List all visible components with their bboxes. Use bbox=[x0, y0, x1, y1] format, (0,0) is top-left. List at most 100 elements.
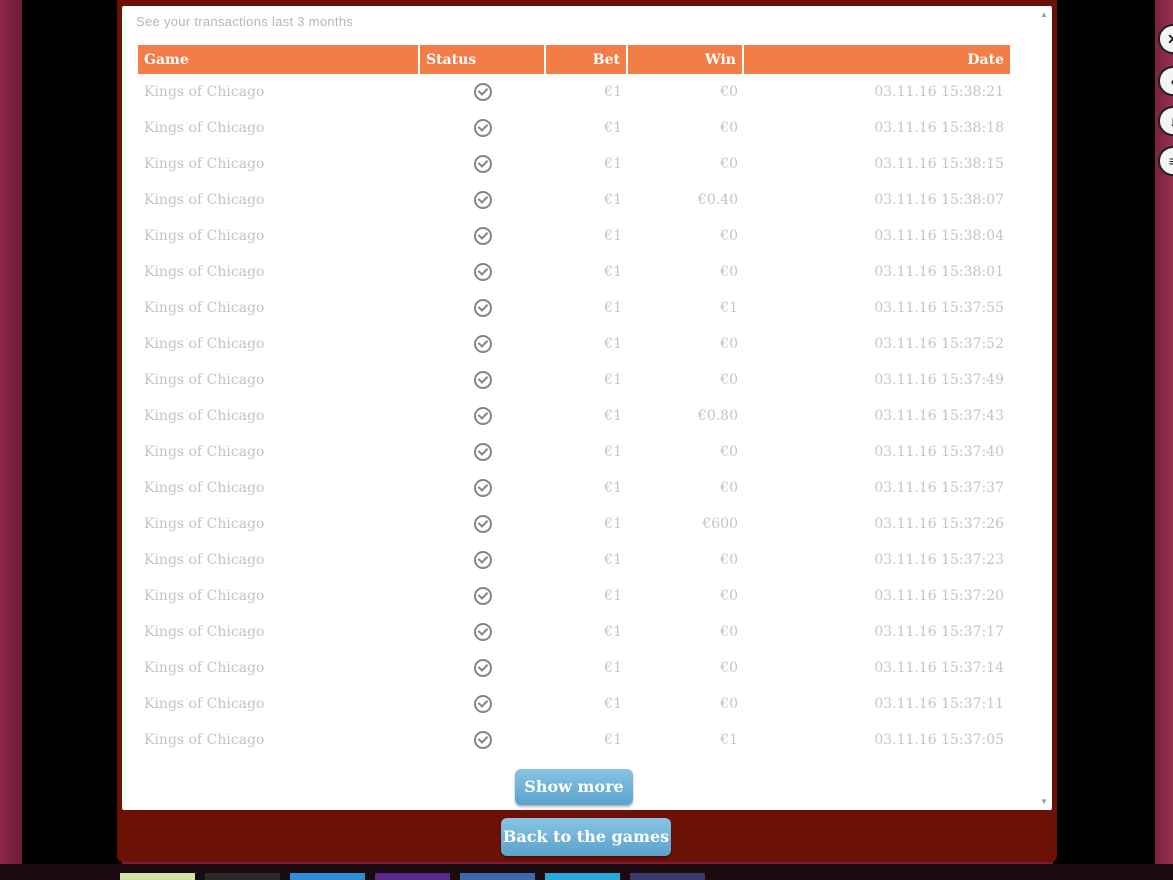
transactions-table: Game Status Bet Win Date Kings of Chicag… bbox=[138, 45, 1010, 758]
table-row: Kings of Chicago €1 €0 03.11.16 15:37:11 bbox=[138, 686, 1010, 722]
scroll-down-icon[interactable]: ▼ bbox=[1040, 797, 1048, 806]
status-cell bbox=[420, 362, 546, 398]
game-thumbnail[interactable] bbox=[290, 873, 365, 880]
win-cell: €0 bbox=[720, 156, 738, 172]
game-cell: Kings of Chicago bbox=[144, 84, 265, 100]
bet-cell: €1 bbox=[604, 192, 622, 208]
date-cell: 03.11.16 15:38:01 bbox=[874, 264, 1004, 280]
win-cell: €0 bbox=[720, 120, 738, 136]
game-cell: Kings of Chicago bbox=[144, 156, 265, 172]
check-circle-icon bbox=[474, 155, 492, 173]
background-left bbox=[0, 0, 22, 880]
game-cell: Kings of Chicago bbox=[144, 336, 265, 352]
table-row: Kings of Chicago €1 €0 03.11.16 15:37:14 bbox=[138, 650, 1010, 686]
back-to-games-button[interactable]: Back to the games bbox=[501, 818, 671, 856]
table-row: Kings of Chicago €1 €1 03.11.16 15:37:55 bbox=[138, 290, 1010, 326]
win-cell: €0 bbox=[720, 372, 738, 388]
game-cell: Kings of Chicago bbox=[144, 624, 265, 640]
column-header-status[interactable]: Status bbox=[420, 45, 546, 74]
date-cell: 03.11.16 15:37:14 bbox=[874, 660, 1004, 676]
table-row: Kings of Chicago €1 €0 03.11.16 15:38:18 bbox=[138, 110, 1010, 146]
check-circle-icon bbox=[474, 587, 492, 605]
background-right-dark bbox=[1053, 0, 1155, 880]
game-cell: Kings of Chicago bbox=[144, 264, 265, 280]
column-header-win[interactable]: Win bbox=[628, 45, 744, 74]
check-circle-icon bbox=[474, 335, 492, 353]
bet-cell: €1 bbox=[604, 264, 622, 280]
game-thumbnail[interactable] bbox=[545, 873, 620, 880]
check-circle-icon bbox=[474, 731, 492, 749]
date-cell: 03.11.16 15:38:18 bbox=[874, 120, 1004, 136]
win-cell: €0 bbox=[720, 228, 738, 244]
win-cell: €0 bbox=[720, 444, 738, 460]
table-row: Kings of Chicago €1 €0.40 03.11.16 15:38:07 bbox=[138, 182, 1010, 218]
date-cell: 03.11.16 15:38:07 bbox=[874, 192, 1004, 208]
column-header-game[interactable]: Game bbox=[138, 45, 420, 74]
game-cell: Kings of Chicago bbox=[144, 732, 265, 748]
win-cell: €0 bbox=[720, 336, 738, 352]
status-cell bbox=[420, 254, 546, 290]
show-more-button[interactable]: Show more bbox=[515, 769, 633, 805]
bet-cell: €1 bbox=[604, 336, 622, 352]
date-cell: 03.11.16 15:38:21 bbox=[874, 84, 1004, 100]
transactions-panel: See your transactions last 3 months ▲ ▼ … bbox=[122, 6, 1052, 810]
win-cell: €0 bbox=[720, 660, 738, 676]
check-circle-icon bbox=[474, 263, 492, 281]
table-row: Kings of Chicago €1 €0 03.11.16 15:38:04 bbox=[138, 218, 1010, 254]
status-cell bbox=[420, 506, 546, 542]
status-cell bbox=[420, 578, 546, 614]
table-row: Kings of Chicago €1 €0 03.11.16 15:38:01 bbox=[138, 254, 1010, 290]
table-row: Kings of Chicago €1 €1 03.11.16 15:37:05 bbox=[138, 722, 1010, 758]
bet-cell: €1 bbox=[604, 552, 622, 568]
game-cell: Kings of Chicago bbox=[144, 300, 265, 316]
bet-cell: €1 bbox=[604, 480, 622, 496]
win-cell: €600 bbox=[702, 516, 738, 532]
win-cell: €0 bbox=[720, 588, 738, 604]
game-cell: Kings of Chicago bbox=[144, 480, 265, 496]
status-cell bbox=[420, 146, 546, 182]
game-cell: Kings of Chicago bbox=[144, 192, 265, 208]
date-cell: 03.11.16 15:37:11 bbox=[874, 696, 1004, 712]
status-cell bbox=[420, 218, 546, 254]
bet-cell: €1 bbox=[604, 300, 622, 316]
status-cell bbox=[420, 722, 546, 758]
table-row: Kings of Chicago €1 €0 03.11.16 15:37:40 bbox=[138, 434, 1010, 470]
check-circle-icon bbox=[474, 623, 492, 641]
bet-cell: €1 bbox=[604, 588, 622, 604]
game-cell: Kings of Chicago bbox=[144, 660, 265, 676]
game-thumbnail[interactable] bbox=[205, 873, 280, 880]
table-row: Kings of Chicago €1 €0 03.11.16 15:38:15 bbox=[138, 146, 1010, 182]
game-thumbnail[interactable] bbox=[375, 873, 450, 880]
check-circle-icon bbox=[474, 191, 492, 209]
bet-cell: €1 bbox=[604, 444, 622, 460]
game-cell: Kings of Chicago bbox=[144, 372, 265, 388]
check-circle-icon bbox=[474, 695, 492, 713]
date-cell: 03.11.16 15:37:55 bbox=[874, 300, 1004, 316]
game-thumbnail[interactable] bbox=[460, 873, 535, 880]
game-thumbnail[interactable] bbox=[630, 873, 705, 880]
check-circle-icon bbox=[474, 443, 492, 461]
check-circle-icon bbox=[474, 299, 492, 317]
game-cell: Kings of Chicago bbox=[144, 552, 265, 568]
bet-cell: €1 bbox=[604, 696, 622, 712]
win-cell: €0.80 bbox=[697, 408, 738, 424]
bet-cell: €1 bbox=[604, 516, 622, 532]
date-cell: 03.11.16 15:37:52 bbox=[874, 336, 1004, 352]
bet-cell: €1 bbox=[604, 372, 622, 388]
check-circle-icon bbox=[474, 83, 492, 101]
status-cell bbox=[420, 686, 546, 722]
status-cell bbox=[420, 74, 546, 110]
date-cell: 03.11.16 15:37:49 bbox=[874, 372, 1004, 388]
column-header-date[interactable]: Date bbox=[744, 45, 1010, 74]
win-cell: €1 bbox=[720, 300, 738, 316]
scroll-up-icon[interactable]: ▲ bbox=[1040, 10, 1048, 19]
game-thumbnail[interactable] bbox=[120, 873, 195, 880]
date-cell: 03.11.16 15:38:15 bbox=[874, 156, 1004, 172]
game-cell: Kings of Chicago bbox=[144, 408, 265, 424]
game-cell: Kings of Chicago bbox=[144, 228, 265, 244]
background-left-dark bbox=[22, 0, 122, 880]
date-cell: 03.11.16 15:37:05 bbox=[874, 732, 1004, 748]
win-cell: €1 bbox=[720, 732, 738, 748]
column-header-bet[interactable]: Bet bbox=[546, 45, 628, 74]
table-row: Kings of Chicago €1 €0 03.11.16 15:37:52 bbox=[138, 326, 1010, 362]
